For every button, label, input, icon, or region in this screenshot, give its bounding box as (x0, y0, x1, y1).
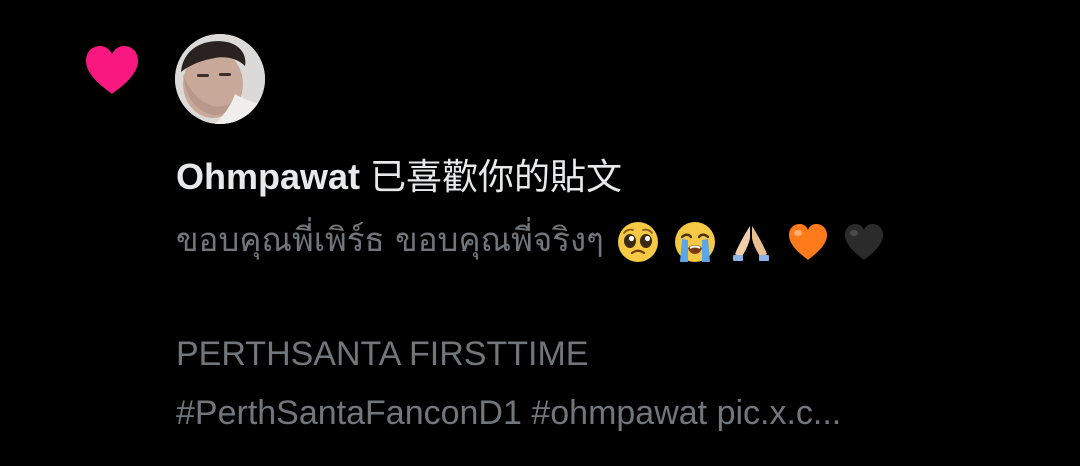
post-text-line: ขอบคุณพี่เพิร์ธ ขอบคุณพี่จริงๆ (176, 217, 1056, 264)
black-heart-icon (845, 223, 884, 260)
notification-action-text: 已喜歡你的貼文 (370, 157, 623, 198)
loudly-crying-face-icon (674, 221, 715, 262)
avatar[interactable] (175, 34, 265, 124)
pleading-face-icon (618, 221, 659, 262)
like-notification[interactable]: Ohmpawat 已喜歡你的貼文 ขอบคุณพี่เพิร์ธ ขอบคุณพ… (0, 0, 1080, 466)
orange-heart-icon (788, 223, 827, 260)
heart-icon (86, 46, 138, 94)
folded-hands-icon (733, 225, 770, 261)
post-text: ขอบคุณพี่เพิร์ธ ขอบคุณพี่จริงๆ (176, 220, 604, 259)
post-hashtags-line[interactable]: #PerthSantaFanconD1 #ohmpawat pic.x.c... (176, 390, 1056, 436)
user-name[interactable]: Ohmpawat (176, 156, 360, 197)
post-text-line: PERTHSANTA FIRSTTIME (176, 335, 589, 373)
notification-headline: Ohmpawat 已喜歡你的貼文 (176, 155, 622, 200)
